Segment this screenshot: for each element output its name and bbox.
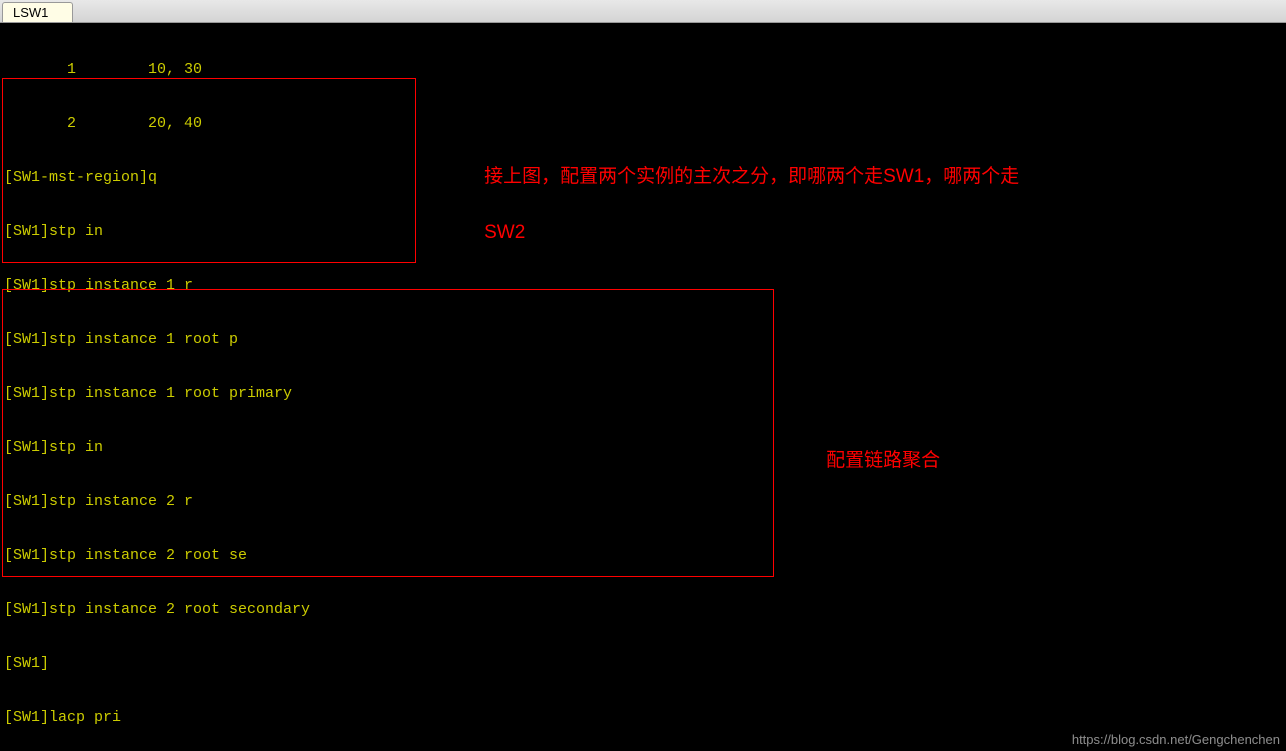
terminal-line: [SW1]stp instance 2 r bbox=[4, 493, 1282, 511]
annotation-stp: 接上图，配置两个实例的主次之分，即哪两个走SW1，哪两个走 SW2 bbox=[463, 135, 1183, 275]
annotation-lacp: 配置链路聚合 bbox=[805, 419, 940, 503]
terminal-line: [SW1-mst-region]q bbox=[4, 169, 1282, 187]
watermark: https://blog.csdn.net/Gengchenchen bbox=[1072, 732, 1280, 747]
terminal-line: [SW1] bbox=[4, 655, 1282, 673]
terminal-line: [SW1]lacp pri bbox=[4, 709, 1282, 727]
terminal-line: [SW1]stp in bbox=[4, 439, 1282, 457]
tab-strip: LSW1 bbox=[0, 0, 1286, 23]
terminal-line: [SW1]stp instance 1 root primary bbox=[4, 385, 1282, 403]
terminal-line: [SW1]stp instance 1 r bbox=[4, 277, 1282, 295]
terminal-line: [SW1]stp in bbox=[4, 223, 1282, 241]
terminal-line: [SW1]stp instance 2 root se bbox=[4, 547, 1282, 565]
terminal-line: [SW1]stp instance 1 root p bbox=[4, 331, 1282, 349]
terminal-line: 2 20, 40 bbox=[4, 115, 1282, 133]
terminal-output[interactable]: 1 10, 30 2 20, 40 [SW1-mst-region]q [SW1… bbox=[0, 23, 1286, 751]
terminal-line: 1 10, 30 bbox=[4, 61, 1282, 79]
tab-lsw1[interactable]: LSW1 bbox=[2, 2, 73, 22]
terminal-line: [SW1]stp instance 2 root secondary bbox=[4, 601, 1282, 619]
